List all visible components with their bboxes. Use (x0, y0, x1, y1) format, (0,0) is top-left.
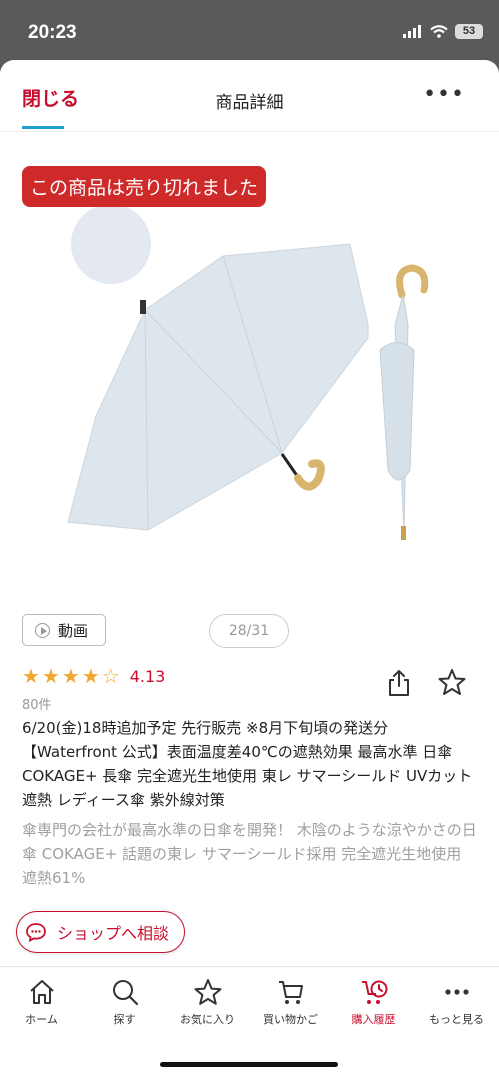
tab-favorites[interactable]: お気に入り (166, 977, 249, 1027)
close-underline (22, 126, 64, 129)
tab-label: 探す (113, 1013, 136, 1026)
image-page-indicator: 28/31 (209, 614, 289, 648)
status-icons: 53 (403, 24, 483, 39)
rating-value: 4.13 (129, 666, 166, 686)
wifi-icon (430, 25, 448, 38)
rating-row[interactable]: ★ ★ ★ ★ ☆ 4.13 (22, 666, 165, 686)
review-count[interactable]: 80件 (22, 694, 52, 713)
soldout-badge: この商品は売り切れました (22, 166, 267, 207)
header: 閉じる 商品詳細 ••• (0, 60, 499, 132)
share-icon[interactable] (386, 668, 412, 698)
favorite-star-icon[interactable] (438, 668, 466, 696)
more-icon (444, 989, 469, 995)
star-icon: ★ (81, 664, 100, 688)
product-image-carousel[interactable]: この商品は売り切れました (0, 160, 499, 600)
play-icon (35, 622, 50, 638)
search-icon (112, 980, 138, 1006)
tab-cart[interactable]: 買い物かご (249, 977, 332, 1027)
tab-more[interactable]: もっと見る (415, 977, 498, 1027)
more-options-button[interactable]: ••• (423, 82, 465, 107)
tab-home[interactable]: ホーム (0, 977, 83, 1027)
closed-umbrella-handle (396, 264, 429, 299)
tab-label: 買い物かご (263, 1013, 318, 1026)
battery-icon: 53 (455, 24, 483, 39)
contact-shop-label: ショップへ相談 (57, 924, 170, 943)
home-icon (29, 980, 54, 1004)
color-swatch (71, 204, 151, 284)
product-detail-sheet: 閉じる 商品詳細 ••• この商品は売り切れました 動画 28/31 ★ ★ ★… (0, 60, 499, 1080)
product-title: 6/20(金)18時追加予定 先行販売 ※8月下旬頃の発送分【Waterfron… (22, 719, 473, 809)
tab-purchase-history[interactable]: 購入履歴 (332, 977, 415, 1027)
tab-label: 購入履歴 (351, 1013, 396, 1026)
umbrella-canopy (67, 243, 369, 531)
star-icon: ★ (22, 664, 40, 688)
star-icon: ★ (41, 664, 60, 688)
status-bar: 20:23 53 (0, 0, 499, 56)
product-description: 傘専門の会社が最高水準の日傘を開発！ 木陰のような涼やかさの日傘 COKAGE+… (22, 821, 477, 887)
home-indicator (160, 1062, 338, 1067)
tab-label: もっと見る (429, 1013, 484, 1026)
chat-icon (26, 923, 46, 943)
star-icon (194, 979, 221, 1005)
video-button[interactable]: 動画 (22, 614, 106, 646)
umbrella-handle (294, 459, 325, 491)
tab-label: ホーム (25, 1013, 58, 1026)
star-icon: ★ (61, 664, 80, 688)
cart-icon (278, 981, 303, 1004)
video-button-label: 動画 (58, 621, 89, 640)
contact-shop-button[interactable]: ショップへ相談 (16, 911, 185, 953)
tab-label: お気に入り (180, 1013, 235, 1026)
history-icon (361, 980, 387, 1004)
product-image (67, 204, 429, 540)
tab-search[interactable]: 探す (83, 977, 166, 1027)
star-outline-icon: ☆ (101, 664, 120, 688)
signal-icon (403, 25, 421, 38)
status-time: 20:23 (28, 22, 77, 43)
